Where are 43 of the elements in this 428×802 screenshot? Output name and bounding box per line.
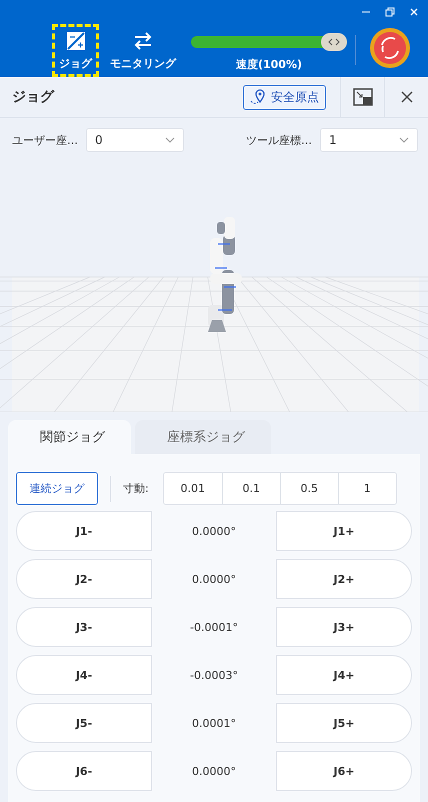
emergency-stop-button[interactable] <box>370 28 410 68</box>
step-option[interactable]: 0.1 <box>222 473 280 504</box>
tab[interactable]: 座標系ジョグ <box>135 420 271 454</box>
joint-plus-button[interactable]: J4+ <box>276 655 412 695</box>
joint-plus-button[interactable]: J2+ <box>276 559 412 599</box>
joint-minus-button[interactable]: J4- <box>16 655 152 695</box>
joint-minus-button[interactable]: J1- <box>16 511 152 551</box>
joint-plus-button[interactable]: J5+ <box>276 703 412 743</box>
joint-value: -0.0001° <box>189 620 239 634</box>
joint-minus-button[interactable]: J3- <box>16 607 152 647</box>
joint-value: -0.0003° <box>189 668 239 682</box>
select-label: ユーザー座… <box>12 132 78 148</box>
joint-value: 0.0001° <box>191 716 237 730</box>
close-icon <box>400 90 414 104</box>
step-option[interactable]: 1 <box>338 473 396 504</box>
joint-plus-button[interactable]: J1+ <box>276 511 412 551</box>
jog-icon <box>64 30 86 52</box>
joint-value: 0.0000° <box>191 524 237 538</box>
safe-home-button[interactable]: 安全原点 <box>243 84 326 110</box>
slider-thumb[interactable] <box>321 33 347 51</box>
joint-minus-button[interactable]: J5- <box>16 703 152 743</box>
step-option[interactable]: 0.5 <box>280 473 338 504</box>
step-option[interactable]: 0.01 <box>164 473 222 504</box>
dropdown-field[interactable]: 0 <box>86 128 184 152</box>
dropdown-field[interactable]: 1 <box>320 128 418 152</box>
joint-value: 0.0000° <box>191 764 237 778</box>
continuous-jog-button[interactable]: 連続ジョグ <box>16 472 98 505</box>
tab[interactable]: 関節ジョグ <box>8 420 131 454</box>
joint-value: 0.0000° <box>191 572 237 586</box>
speed-label: 速度(100%) <box>236 57 302 72</box>
select-label: ツール座標… <box>246 132 312 148</box>
minimize-window-icon <box>352 88 372 106</box>
swap-arrows-icon <box>132 30 154 52</box>
chevron-down-icon <box>165 137 175 143</box>
nav-item[interactable]: モニタリング <box>103 24 183 77</box>
joint-plus-button[interactable]: J6+ <box>276 751 412 791</box>
step-label: 寸動: <box>123 481 149 496</box>
chevron-down-icon <box>399 137 409 143</box>
panel-title: ジョグ <box>12 88 56 106</box>
nav-item[interactable]: ジョグ <box>52 24 99 77</box>
joint-minus-button[interactable]: J2- <box>16 559 152 599</box>
joint-plus-button[interactable]: J3+ <box>276 607 412 647</box>
joint-minus-button[interactable]: J6- <box>16 751 152 791</box>
